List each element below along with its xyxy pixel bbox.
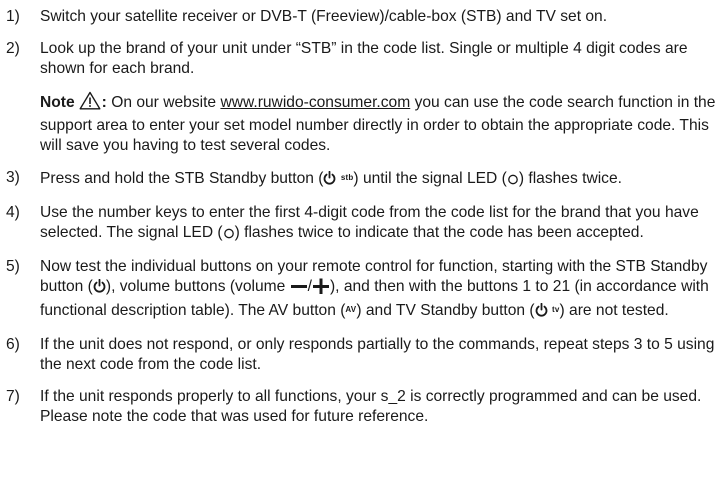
website-link[interactable]: www.ruwido-consumer.com [220,94,410,111]
step-text: Look up the brand of your unit under “ST… [40,40,688,77]
step-text-part: ), volume buttons (volume [105,278,290,295]
step-text-part: ) flashes twice to indicate that the cod… [234,224,644,241]
step-text-part: ) flashes twice. [518,170,622,187]
step-4: 4) Use the number keys to enter the firs… [6,203,718,245]
warning-triangle-icon [79,91,101,116]
plus-icon [312,278,330,300]
step-text-part: ) are not tested. [559,302,669,319]
step-1: 1) Switch your satellite receiver or DVB… [6,7,718,27]
step-text: If the unit responds properly to all fun… [40,388,702,425]
note-box: Note: On our website www.ruwido-consumer… [40,91,718,156]
power-icon [535,302,548,323]
instruction-document: 1) Switch your satellite receiver or DVB… [0,0,726,496]
step-number: 1) [6,8,20,25]
step-number: 3) [6,169,20,186]
step-number: 5) [6,258,20,275]
stb-tag: stb [340,173,354,182]
led-icon [223,225,235,245]
step-number: 2) [6,40,20,57]
step-text-part: ) and TV Standby button ( [356,302,535,319]
av-tag: AV [345,305,357,314]
tv-tag: tv [551,305,560,314]
step-3: 3) Press and hold the STB Standby button… [6,168,718,191]
step-2: 2) Look up the brand of your unit under … [6,39,718,156]
note-label: Note [40,94,75,111]
step-6: 6) If the unit does not respond, or only… [6,335,718,375]
step-text: Switch your satellite receiver or DVB-T … [40,8,608,25]
programming-steps: 1) Switch your satellite receiver or DVB… [6,7,718,427]
note-colon: : [101,94,107,111]
led-icon [507,171,519,191]
step-text-part: Press and hold the STB Standby button ( [40,170,324,187]
note-text-before-link: On our website [111,94,217,111]
minus-icon [290,278,308,300]
step-number: 4) [6,204,20,221]
power-icon [323,170,336,191]
power-icon [93,278,106,299]
step-number: 7) [6,388,20,405]
step-number: 6) [6,336,20,353]
step-5: 5) Now test the individual buttons on yo… [6,257,718,323]
step-7: 7) If the unit responds properly to all … [6,387,718,427]
step-text-part: ) until the signal LED ( [353,170,507,187]
step-text: If the unit does not respond, or only re… [40,336,715,373]
